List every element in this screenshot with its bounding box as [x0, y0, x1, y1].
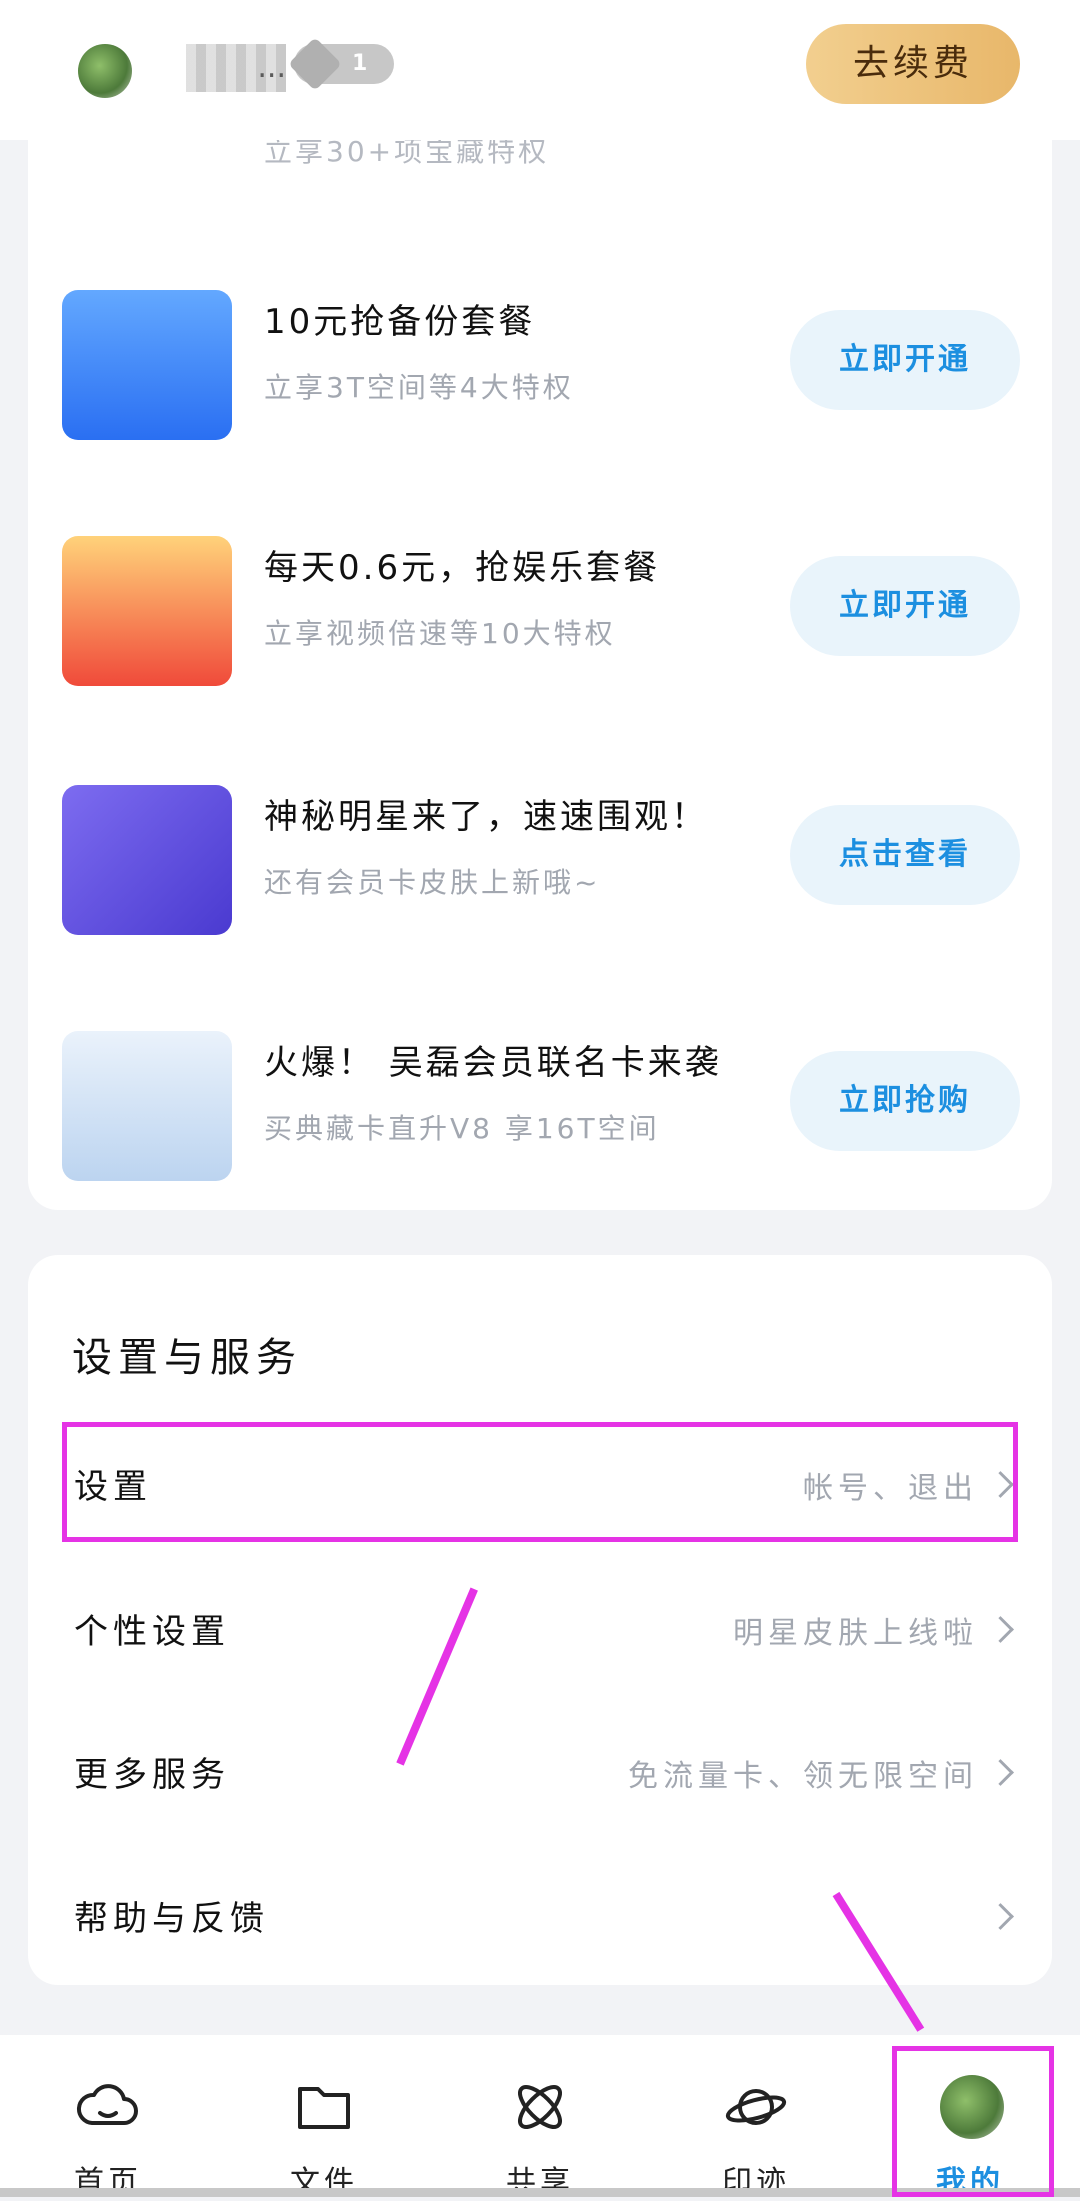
settings-card: 设置与服务 设置 帐号、退出 个性设置 明星皮肤上线啦 更多服务 免流量卡、领无…	[28, 1255, 1052, 1985]
level-number: 1	[352, 51, 368, 76]
settings-row-help[interactable]: 帮助与反馈	[58, 1857, 1038, 1977]
promo-subtitle: 还有会员卡皮肤上新哦~	[264, 866, 601, 899]
celebrity-card-image	[62, 1031, 232, 1181]
annotation-highlight-box	[892, 2046, 1054, 2197]
row-hint: 免流量卡、领无限空间	[628, 1759, 978, 1794]
promo-row[interactable]: 神秘明星来了，速速围观！ 还有会员卡皮肤上新哦~ 点击查看	[28, 775, 1052, 975]
promo-button[interactable]: 立即开通	[790, 556, 1020, 656]
chevron-right-icon	[987, 1616, 1014, 1643]
promo-button[interactable]: 立即开通	[790, 310, 1020, 410]
username: ...	[186, 44, 286, 92]
row-label: 更多服务	[74, 1755, 230, 1795]
row-hint: 明星皮肤上线啦	[733, 1616, 978, 1651]
folder-icon	[298, 2087, 350, 2129]
planet-icon	[725, 2089, 787, 2125]
chevron-right-icon	[987, 1759, 1014, 1786]
level-badge: 1	[288, 37, 394, 91]
member-card-image	[62, 785, 232, 935]
renew-button[interactable]: 去续费	[806, 24, 1020, 104]
tab-files[interactable]: 文件	[224, 2035, 424, 2200]
promo-subtitle: 立享视频倍速等10大特权	[264, 617, 616, 650]
row-label: 个性设置	[74, 1612, 230, 1652]
promo-row[interactable]: 火爆！ 吴磊会员联名卡来袭 买典藏卡直升V8 享16T空间 立即抢购	[28, 1021, 1052, 1221]
promo-button[interactable]: 点击查看	[790, 805, 1020, 905]
annotation-highlight-box	[62, 1422, 1018, 1542]
chevron-right-icon	[987, 1903, 1014, 1930]
diamond-icon	[288, 37, 342, 91]
promo-row[interactable]: 每天0.6元，抢娱乐套餐 立享视频倍速等10大特权 立即开通	[28, 526, 1052, 726]
entertainment-package-image	[62, 536, 232, 686]
promo-subtitle: 立享3T空间等4大特权	[264, 371, 574, 404]
row-label: 帮助与反馈	[74, 1899, 269, 1939]
tab-share[interactable]: 共享	[440, 2035, 640, 2200]
cloud-icon	[76, 2084, 138, 2125]
promo-title: 每天0.6元，抢娱乐套餐	[264, 548, 661, 588]
header-bar: ... 1 去续费	[0, 0, 1080, 140]
user-avatar[interactable]	[78, 44, 132, 98]
promo-title: 神秘明星来了，速速围观！	[264, 797, 708, 837]
settings-row-more-services[interactable]: 更多服务 免流量卡、领无限空间	[58, 1713, 1038, 1833]
tab-traces[interactable]: 印迹	[656, 2035, 856, 2200]
promo-card: 立享30+项宝藏特权 10元抢备份套餐 立享3T空间等4大特权 立即开通 每天0…	[28, 60, 1052, 1210]
section-title: 设置与服务	[72, 1335, 302, 1381]
promo-row[interactable]: 10元抢备份套餐 立享3T空间等4大特权 立即开通	[28, 280, 1052, 480]
backup-package-image	[62, 290, 232, 440]
settings-row-personalization[interactable]: 个性设置 明星皮肤上线啦	[58, 1570, 1038, 1690]
atom-icon	[518, 2085, 562, 2129]
tab-home[interactable]: 首页	[8, 2035, 208, 2200]
promo-button[interactable]: 立即抢购	[790, 1051, 1020, 1151]
promo-title: 10元抢备份套餐	[264, 302, 536, 342]
promo-title: 火爆！ 吴磊会员联名卡来袭	[264, 1043, 722, 1083]
promo-subtitle: 买典藏卡直升V8 享16T空间	[264, 1112, 660, 1145]
